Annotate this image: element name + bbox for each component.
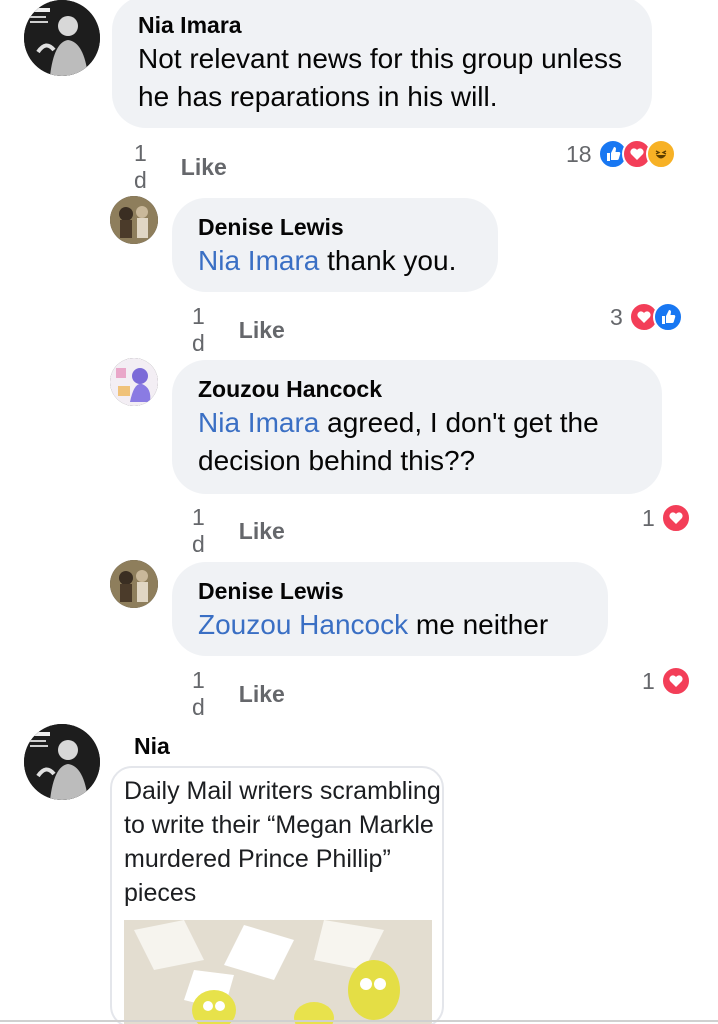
reaction-count: 18 <box>566 140 592 167</box>
mention-link[interactable]: Zouzou Hancock <box>198 609 408 640</box>
comment-bubble: Zouzou Hancock Nia Imara agreed, I don't… <box>172 360 662 494</box>
comment-author[interactable]: Denise Lewis <box>198 212 472 242</box>
cartoon-scene-icon <box>124 920 432 1024</box>
profile-photo-icon <box>110 560 158 608</box>
like-reaction-icon <box>652 302 683 332</box>
avatar[interactable] <box>24 724 100 800</box>
reaction-count: 1 <box>642 667 655 694</box>
reactions-summary[interactable]: 1 <box>642 666 691 696</box>
comment-text: Nia Imara agreed, I don't get the decisi… <box>198 407 599 476</box>
mention-link[interactable]: Nia Imara <box>198 407 319 438</box>
meme-picture <box>124 920 432 1024</box>
comment-bubble: Denise Lewis Zouzou Hancock me neither <box>172 562 608 656</box>
comment-time[interactable]: 1 d <box>192 504 205 558</box>
comment-bubble: Denise Lewis Nia Imara thank you. <box>172 198 498 292</box>
mention-link[interactable]: Nia Imara <box>198 245 319 276</box>
haha-reaction-icon <box>645 139 676 169</box>
profile-photo-icon <box>24 0 100 76</box>
comment-bubble: Nia Imara Not relevant news for this gro… <box>112 0 652 128</box>
like-button[interactable]: Like <box>181 154 227 181</box>
divider <box>0 1020 718 1022</box>
like-button[interactable]: Like <box>239 681 285 708</box>
avatar[interactable] <box>110 196 158 244</box>
attached-image[interactable]: Daily Mail writers scrambling to write t… <box>110 766 444 1024</box>
comment-author[interactable]: Nia Imara <box>138 10 626 40</box>
comment-text: Not relevant news for this group unless … <box>138 43 623 112</box>
comment-author[interactable]: Zouzou Hancock <box>198 374 636 404</box>
reactions-summary[interactable]: 3 <box>610 302 683 332</box>
love-reaction-icon <box>660 503 691 533</box>
comment-time[interactable]: 1 d <box>192 303 205 357</box>
reaction-count: 1 <box>642 504 655 531</box>
comment-time[interactable]: 1 d <box>192 667 205 721</box>
love-reaction-icon <box>660 666 691 696</box>
like-button[interactable]: Like <box>239 518 285 545</box>
reactions-summary[interactable]: 1 <box>642 503 691 533</box>
comment-time[interactable]: 1 d <box>134 140 147 194</box>
comment-text: Zouzou Hancock me neither <box>198 609 549 640</box>
profile-photo-icon <box>24 724 100 800</box>
comment-text: Nia Imara thank you. <box>198 245 457 276</box>
reaction-count: 3 <box>610 303 623 330</box>
avatar[interactable] <box>110 358 158 406</box>
comment-author[interactable]: Denise Lewis <box>198 576 582 606</box>
profile-photo-icon <box>110 196 158 244</box>
like-button[interactable]: Like <box>239 317 285 344</box>
avatar[interactable] <box>110 560 158 608</box>
avatar[interactable] <box>24 0 100 76</box>
reactions-summary[interactable]: 18 <box>566 139 676 169</box>
image-caption-text: Daily Mail writers scrambling to write t… <box>124 777 441 907</box>
profile-photo-icon <box>110 358 158 406</box>
